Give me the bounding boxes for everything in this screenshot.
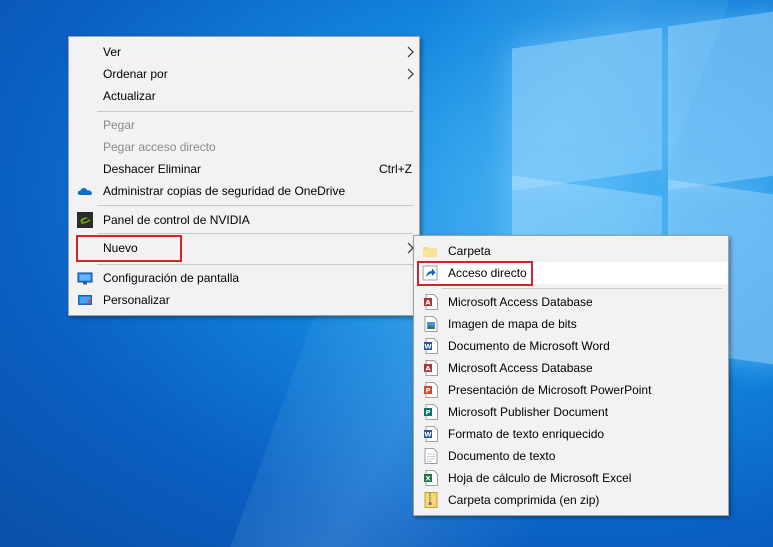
submenu-item-label: Presentación de Microsoft PowerPoint bbox=[448, 383, 652, 397]
submenu-item-access-database-2[interactable]: A Microsoft Access Database bbox=[414, 357, 728, 379]
submenu-item-label: Imagen de mapa de bits bbox=[448, 317, 577, 331]
menu-item-ver[interactable]: Ver bbox=[69, 41, 419, 63]
svg-text:A: A bbox=[425, 299, 430, 307]
menu-item-onedrive-backup[interactable]: Administrar copias de seguridad de OneDr… bbox=[69, 180, 419, 202]
submenu-item-label: Documento de Microsoft Word bbox=[448, 339, 610, 353]
svg-text:W: W bbox=[424, 431, 431, 439]
windows-logo-pane-top-left bbox=[512, 27, 662, 191]
menu-separator bbox=[97, 233, 413, 234]
onedrive-icon bbox=[77, 187, 92, 195]
menu-item-label: Pegar acceso directo bbox=[103, 140, 216, 154]
submenu-item-label: Microsoft Publisher Document bbox=[448, 405, 609, 419]
chevron-right-icon bbox=[407, 46, 414, 58]
menu-item-nvidia-panel[interactable]: Panel de control de NVIDIA bbox=[69, 209, 419, 231]
shortcut-text: Ctrl+Z bbox=[379, 162, 412, 176]
menu-item-pegar[interactable]: Pegar bbox=[69, 114, 419, 136]
submenu-item-publisher[interactable]: P Microsoft Publisher Document bbox=[414, 401, 728, 423]
submenu-item-label: Formato de texto enriquecido bbox=[448, 427, 605, 441]
display-settings-icon bbox=[77, 272, 93, 285]
highlight-box-acceso-directo bbox=[417, 261, 533, 286]
menu-item-label: Ver bbox=[103, 45, 122, 59]
submenu-item-powerpoint[interactable]: P Presentación de Microsoft PowerPoint bbox=[414, 379, 728, 401]
rtf-icon: W bbox=[424, 426, 438, 442]
submenu-item-carpeta[interactable]: Carpeta bbox=[414, 240, 728, 262]
submenu-item-access-database[interactable]: A Microsoft Access Database bbox=[414, 291, 728, 313]
submenu-item-label: Microsoft Access Database bbox=[448, 295, 593, 309]
menu-item-deshacer-eliminar[interactable]: Deshacer Eliminar Ctrl+Z bbox=[69, 158, 419, 180]
personalize-icon bbox=[78, 295, 92, 305]
submenu-item-label: Carpeta bbox=[448, 244, 491, 258]
menu-item-label: Actualizar bbox=[103, 89, 156, 103]
submenu-item-word[interactable]: W Documento de Microsoft Word bbox=[414, 335, 728, 357]
nvidia-icon bbox=[77, 212, 93, 228]
menu-item-ordenar-por[interactable]: Ordenar por bbox=[69, 63, 419, 85]
menu-item-actualizar[interactable]: Actualizar bbox=[69, 85, 419, 107]
menu-item-personalizar[interactable]: Personalizar bbox=[69, 289, 419, 311]
chevron-right-icon bbox=[407, 68, 414, 80]
excel-icon: X bbox=[424, 470, 438, 486]
submenu-item-label: Hoja de cálculo de Microsoft Excel bbox=[448, 471, 632, 485]
menu-item-label: Pegar bbox=[103, 118, 136, 132]
submenu-item-label: Microsoft Access Database bbox=[448, 361, 593, 375]
powerpoint-icon: P bbox=[424, 382, 438, 398]
publisher-icon: P bbox=[424, 404, 438, 420]
text-document-icon bbox=[424, 448, 438, 464]
menu-separator bbox=[442, 288, 722, 289]
menu-item-configuracion-pantalla[interactable]: Configuración de pantalla bbox=[69, 267, 419, 289]
word-icon: W bbox=[424, 338, 438, 354]
menu-item-label: Personalizar bbox=[103, 293, 170, 307]
svg-text:P: P bbox=[426, 387, 431, 395]
menu-item-label: Panel de control de NVIDIA bbox=[103, 213, 250, 227]
submenu-item-zip-folder[interactable]: Carpeta comprimida (en zip) bbox=[414, 489, 728, 511]
submenu-item-label: Carpeta comprimida (en zip) bbox=[448, 493, 600, 507]
new-submenu: Carpeta Acceso directo A Microsoft Acces… bbox=[413, 235, 729, 516]
zip-folder-icon bbox=[424, 492, 438, 508]
access-icon: A bbox=[424, 294, 438, 310]
menu-separator bbox=[97, 111, 413, 112]
svg-text:P: P bbox=[426, 409, 431, 417]
windows-logo-pane-top-right bbox=[668, 9, 773, 191]
menu-item-label: Administrar copias de seguridad de OneDr… bbox=[103, 184, 346, 198]
submenu-item-bitmap[interactable]: Imagen de mapa de bits bbox=[414, 313, 728, 335]
desktop-context-menu: Ver Ordenar por Actualizar Pegar Pegar a… bbox=[68, 36, 420, 316]
menu-item-label: Ordenar por bbox=[103, 67, 168, 81]
svg-text:W: W bbox=[424, 343, 431, 351]
menu-separator bbox=[97, 205, 413, 206]
submenu-item-rtf[interactable]: W Formato de texto enriquecido bbox=[414, 423, 728, 445]
menu-separator bbox=[97, 264, 413, 265]
menu-item-label: Deshacer Eliminar bbox=[103, 162, 202, 176]
menu-item-label: Configuración de pantalla bbox=[103, 271, 240, 285]
menu-item-pegar-acceso-directo[interactable]: Pegar acceso directo bbox=[69, 136, 419, 158]
submenu-item-label: Documento de texto bbox=[448, 449, 556, 463]
access-icon: A bbox=[424, 360, 438, 376]
highlight-box-nuevo bbox=[76, 235, 182, 262]
svg-text:A: A bbox=[425, 365, 430, 373]
submenu-item-text-document[interactable]: Documento de texto bbox=[414, 445, 728, 467]
submenu-item-excel[interactable]: X Hoja de cálculo de Microsoft Excel bbox=[414, 467, 728, 489]
folder-icon bbox=[423, 247, 437, 257]
svg-text:X: X bbox=[425, 475, 430, 483]
bitmap-icon bbox=[424, 316, 438, 332]
